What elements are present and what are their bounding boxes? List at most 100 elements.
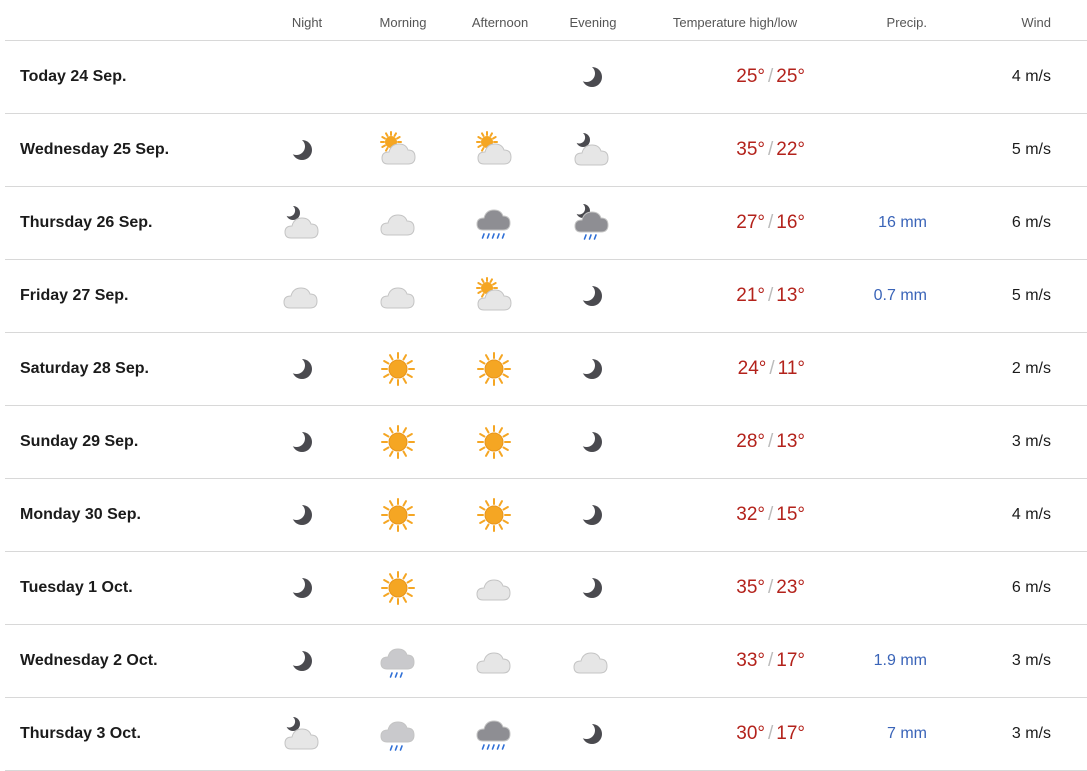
rain-cloud-icon [474, 714, 514, 754]
precipitation-value [805, 114, 927, 186]
header-precipitation: Precip. [886, 15, 927, 30]
temperature-low: 13° [776, 431, 805, 452]
precipitation-value [805, 552, 927, 624]
table-row[interactable]: Friday 27 Sep. 21°/13° 0.7 mm 5 m/s [5, 260, 1087, 333]
header-night: Night [291, 15, 323, 30]
light-rain-cloud-icon [378, 641, 418, 681]
table-row[interactable]: Tuesday 1 Oct. 35°/23° 6 m/s [5, 552, 1087, 625]
day-label: Tuesday 1 Oct. [20, 579, 133, 596]
temperature-high: 30° [736, 723, 765, 744]
wind-value: 4 m/s [1011, 68, 1051, 85]
precipitation-value: 16 mm [878, 214, 927, 231]
temperature-separator: / [767, 139, 774, 160]
cloud-icon [378, 276, 418, 316]
moon-icon [571, 349, 611, 389]
moon-icon [571, 276, 611, 316]
sun-cloud-icon [474, 130, 514, 170]
forecast-table: Night Morning Afternoon Evening Temperat… [0, 0, 1087, 771]
precipitation-value: 0.7 mm [873, 287, 927, 304]
day-label: Wednesday 2 Oct. [20, 652, 158, 669]
cloud-icon [571, 641, 611, 681]
moon-icon [571, 57, 611, 97]
header-evening: Evening [569, 15, 617, 30]
temperature-low: 17° [776, 723, 805, 744]
temperature-high-low: 33°/17° [645, 625, 805, 697]
wind-value: 3 m/s [1011, 652, 1051, 669]
temperature-low: 22° [776, 139, 805, 160]
light-rain-cloud-icon [378, 714, 418, 754]
wind-value: 6 m/s [1011, 579, 1051, 596]
temperature-separator: / [767, 650, 774, 671]
temperature-separator: / [767, 577, 774, 598]
temperature-high-low: 32°/15° [645, 479, 805, 551]
day-label: Saturday 28 Sep. [20, 360, 149, 377]
rain-cloud-icon [474, 203, 514, 243]
temperature-separator: / [767, 723, 774, 744]
moon-cloud-icon [571, 130, 611, 170]
temperature-high-low: 25°/25° [645, 41, 805, 113]
moon-icon [281, 641, 321, 681]
table-row[interactable]: Monday 30 Sep. 32°/15° 4 m/s [5, 479, 1087, 552]
temperature-low: 11° [777, 358, 805, 379]
temperature-separator: / [767, 285, 774, 306]
table-row[interactable]: Thursday 26 Sep. 27°/16° 16 mm 6 m/s [5, 187, 1087, 260]
temperature-high-low: 35°/22° [645, 114, 805, 186]
table-row[interactable]: Sunday 29 Sep. 28°/13° 3 m/s [5, 406, 1087, 479]
table-row[interactable]: Thursday 3 Oct. 30°/17° 7 mm 3 m/s [5, 698, 1087, 771]
temperature-high: 33° [736, 650, 765, 671]
day-label: Today 24 Sep. [20, 68, 127, 85]
sun-icon [474, 422, 514, 462]
temperature-separator: / [769, 358, 775, 379]
temperature-high: 27° [736, 212, 765, 233]
temperature-high: 35° [736, 139, 765, 160]
table-row[interactable]: Saturday 28 Sep. 24°/11° 2 m/s [5, 333, 1087, 406]
temperature-high: 32° [736, 504, 765, 525]
moon-icon [281, 349, 321, 389]
wind-value: 4 m/s [1011, 506, 1051, 523]
temperature-low: 23° [776, 577, 805, 598]
wind-value: 3 m/s [1011, 725, 1051, 742]
table-header: Night Morning Afternoon Evening Temperat… [5, 0, 1087, 41]
temperature-high-low: 21°/13° [645, 260, 805, 332]
temperature-separator: / [767, 504, 774, 525]
moon-rain-cloud-icon [571, 203, 611, 243]
day-label: Thursday 26 Sep. [20, 214, 153, 231]
sun-cloud-icon [378, 130, 418, 170]
temperature-low: 25° [776, 66, 805, 87]
precipitation-value [805, 333, 927, 405]
wind-value: 5 m/s [1011, 287, 1051, 304]
cloud-icon [378, 203, 418, 243]
sun-cloud-icon [474, 276, 514, 316]
temperature-high-low: 35°/23° [645, 552, 805, 624]
day-label: Sunday 29 Sep. [20, 433, 139, 450]
wind-value: 5 m/s [1011, 141, 1051, 158]
header-wind: Wind [1021, 15, 1051, 30]
temperature-low: 17° [776, 650, 805, 671]
moon-icon [281, 495, 321, 535]
cloud-icon [281, 276, 321, 316]
wind-value: 2 m/s [1011, 360, 1051, 377]
header-temperature: Temperature high/low [672, 15, 798, 30]
sun-icon [378, 568, 418, 608]
moon-icon [281, 130, 321, 170]
temperature-high: 25° [736, 66, 765, 87]
header-morning: Morning [379, 15, 427, 30]
precipitation-value [805, 479, 927, 551]
wind-value: 6 m/s [1011, 214, 1051, 231]
temperature-separator: / [767, 212, 774, 233]
wind-value: 3 m/s [1011, 433, 1051, 450]
table-row[interactable]: Today 24 Sep. 25°/25° 4 m/s [5, 41, 1087, 114]
temperature-low: 15° [776, 504, 805, 525]
day-label: Wednesday 25 Sep. [20, 141, 170, 158]
moon-icon [281, 568, 321, 608]
temperature-separator: / [767, 66, 774, 87]
precipitation-value [805, 406, 927, 478]
header-afternoon: Afternoon [471, 15, 529, 30]
temperature-high: 28° [736, 431, 765, 452]
table-row[interactable]: Wednesday 25 Sep. 35°/22° 5 m/s [5, 114, 1087, 187]
moon-icon [571, 714, 611, 754]
sun-icon [474, 349, 514, 389]
moon-cloud-icon [281, 714, 321, 754]
sun-icon [378, 495, 418, 535]
table-row[interactable]: Wednesday 2 Oct. 33°/17° 1.9 mm 3 m/s [5, 625, 1087, 698]
